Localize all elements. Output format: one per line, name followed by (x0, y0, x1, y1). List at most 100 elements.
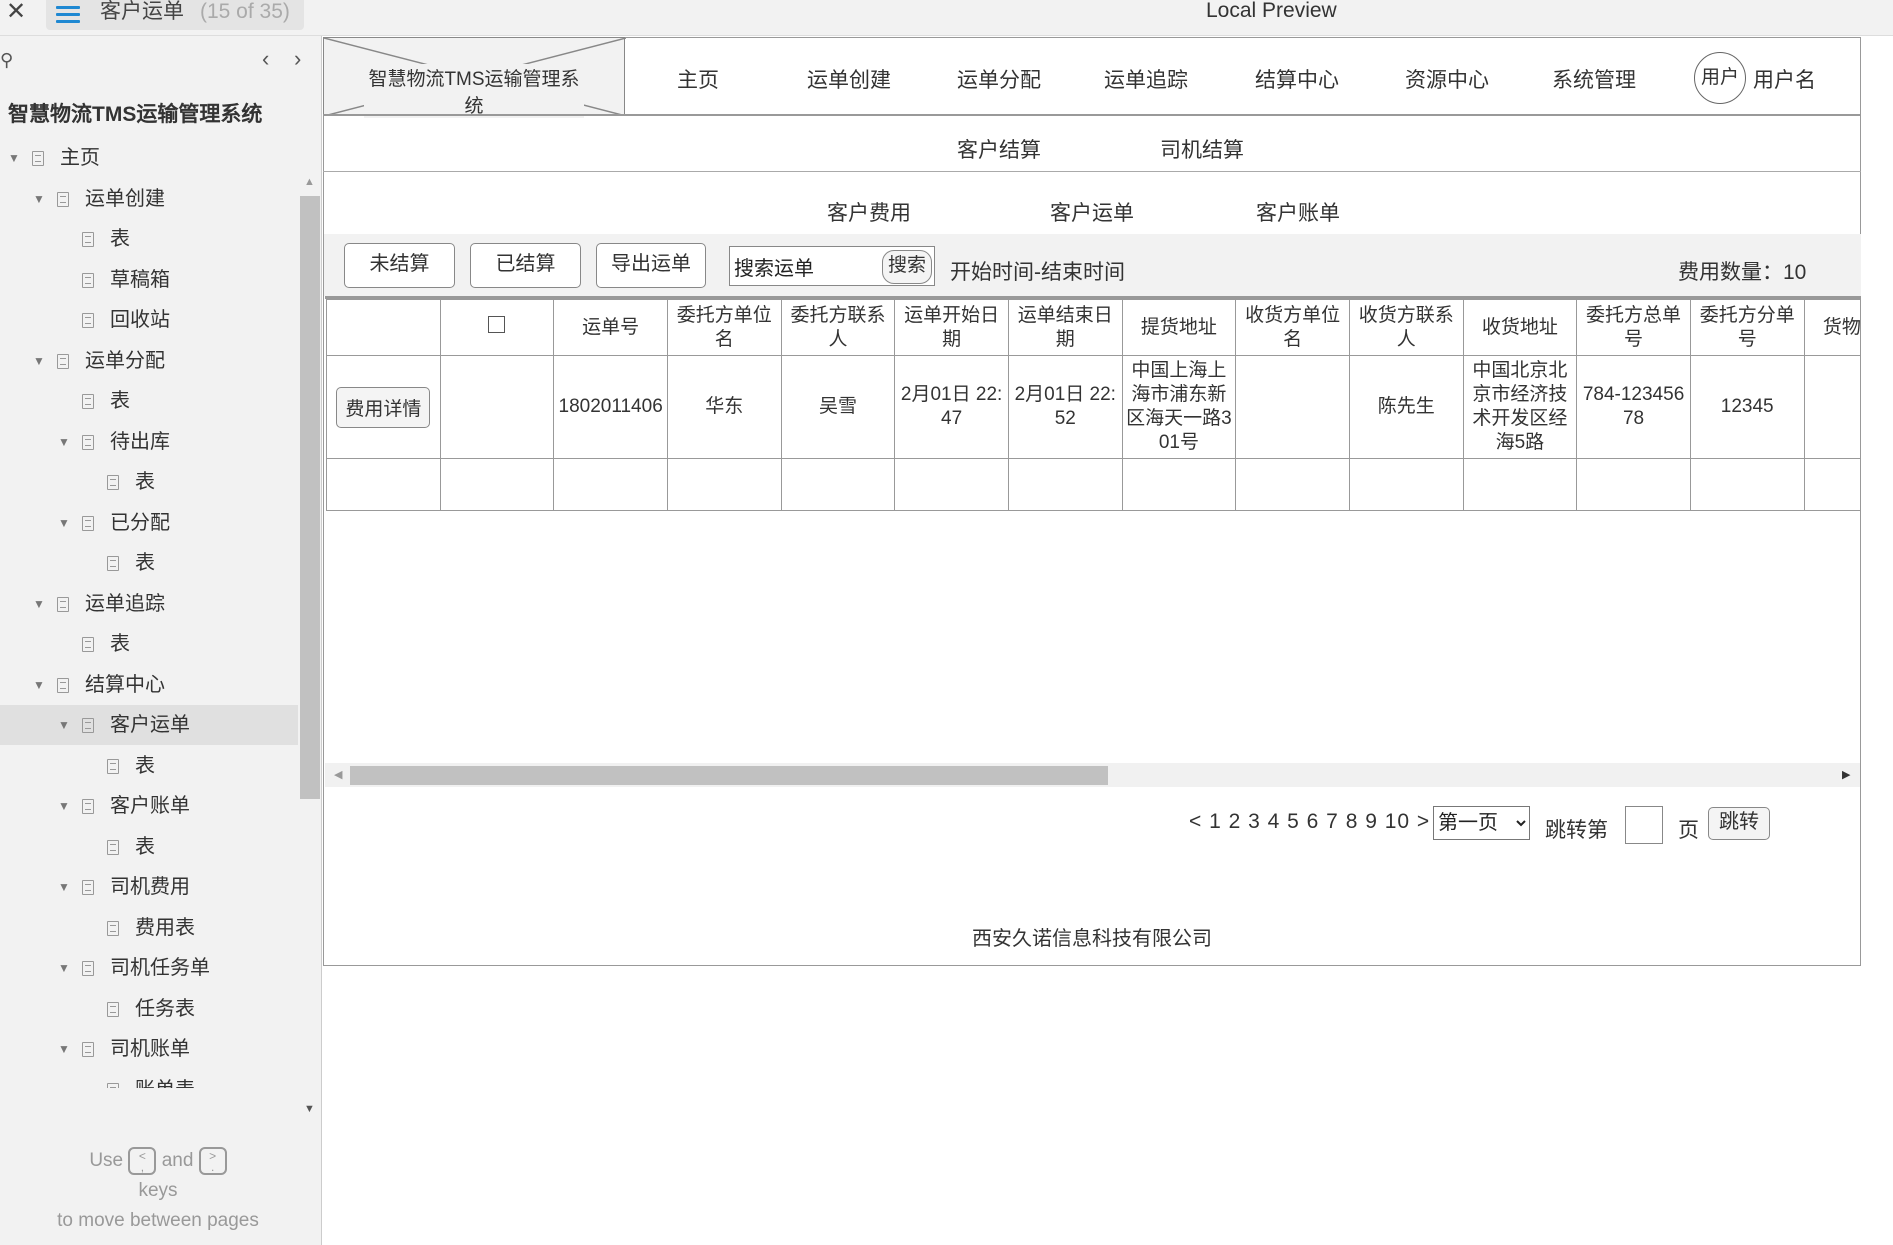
hamburger-icon[interactable] (56, 2, 80, 27)
close-icon[interactable]: ✕ (6, 0, 26, 24)
jump-button[interactable]: 跳转 (1708, 807, 1770, 840)
expand-caret-icon[interactable]: ▼ (58, 786, 70, 826)
sidebar-item[interactable]: ▼ 客户账单 (0, 786, 298, 826)
sidebar-item[interactable]: 任务表 (0, 989, 298, 1029)
tab-customer-fees[interactable]: 客户费用 (827, 197, 911, 227)
nav-resources[interactable]: 资源中心 (1405, 64, 1489, 94)
sidebar-item[interactable]: 表 (0, 827, 298, 867)
sidebar-item[interactable]: 回收站 (0, 300, 298, 340)
expand-caret-icon[interactable]: ▼ (58, 948, 70, 988)
tab-customer-waybills[interactable]: 客户运单 (1050, 197, 1134, 227)
expand-caret-icon[interactable]: ▼ (33, 584, 45, 624)
sidebar-item[interactable]: ▼ 结算中心 (0, 665, 298, 705)
search-icon[interactable]: ⚲ (0, 50, 13, 71)
sidebar-item[interactable]: ▼ 运单分配 (0, 341, 298, 381)
sidebar-item-label: 主页 (60, 147, 100, 169)
page-icon (107, 1001, 119, 1017)
sidebar-item[interactable]: ▼ 运单追踪 (0, 584, 298, 624)
sidebar-item-label: 待出库 (110, 430, 170, 453)
nav-create[interactable]: 运单创建 (807, 64, 891, 94)
date-range-picker[interactable]: 开始时间-结束时间 (950, 256, 1125, 286)
jump-page-input[interactable] (1625, 806, 1663, 844)
sidebar-item[interactable]: 费用表 (0, 908, 298, 948)
page-icon (107, 758, 119, 774)
page-links[interactable]: < 1 2 3 4 5 6 7 8 9 10 > (1189, 810, 1430, 834)
sidebar-item[interactable]: ▼ 司机费用 (0, 867, 298, 907)
expand-caret-icon[interactable]: ▼ (33, 179, 45, 219)
page-select[interactable]: 第一页 (1433, 806, 1530, 840)
sidebar-item[interactable]: ▼ 司机账单 (0, 1029, 298, 1069)
scroll-left-icon[interactable]: ◀ (334, 768, 342, 781)
sidebar-item[interactable]: 表 (0, 543, 298, 583)
horizontal-scroll-thumb[interactable] (350, 766, 1108, 785)
expand-caret-icon[interactable]: ▼ (33, 665, 45, 705)
fee-detail-button[interactable]: 费用详情 (336, 386, 431, 428)
scroll-right-icon[interactable]: ▶ (1842, 768, 1850, 781)
sidebar-item[interactable]: 账单表 (0, 1070, 298, 1088)
nav-system[interactable]: 系统管理 (1552, 64, 1636, 94)
column-header (439, 299, 555, 356)
page-icon (82, 313, 94, 328)
sidebar-item[interactable]: 表 (0, 746, 298, 786)
unsettled-button[interactable]: 未结算 (344, 243, 455, 288)
sidebar-item[interactable]: ▼ 已分配 (0, 503, 298, 543)
nav-settlement[interactable]: 结算中心 (1255, 64, 1339, 94)
page-icon (82, 637, 94, 652)
settled-button[interactable]: 已结算 (470, 243, 581, 288)
column-header: 委托方分单号 (1689, 299, 1805, 356)
export-waybill-button[interactable]: 导出运单 (596, 243, 706, 288)
sidebar-scroll-thumb[interactable] (300, 196, 320, 799)
table-cell (894, 458, 1009, 511)
column-header: 委托方总单号 (1576, 299, 1691, 356)
sidebar-item[interactable]: ▼ 主页 (0, 138, 298, 178)
next-page-icon[interactable]: › (294, 46, 301, 72)
column-header: 货物名称 (1803, 299, 1860, 356)
previous-page-icon[interactable]: ‹ (262, 46, 269, 72)
scroll-up-icon[interactable]: ▲ (304, 176, 315, 188)
expand-caret-icon[interactable]: ▼ (58, 1029, 70, 1069)
nav-track[interactable]: 运单追踪 (1104, 64, 1188, 94)
nav-home[interactable]: 主页 (677, 64, 719, 94)
expand-caret-icon[interactable]: ▼ (58, 503, 70, 543)
page-icon (82, 961, 94, 976)
table-cell: 中国上海上海市浦东新区海天一路301号 (1121, 355, 1237, 459)
username[interactable]: 用户名 (1753, 64, 1816, 94)
page-icon (32, 151, 44, 166)
logo-text: 智慧物流TMS运输管理系统 (364, 64, 584, 118)
expand-caret-icon[interactable]: ▼ (8, 138, 20, 178)
sidebar-item-label: 已分配 (110, 511, 170, 534)
sidebar-item[interactable]: 草稿箱 (0, 260, 298, 300)
sidebar-item[interactable]: ▼ 运单创建 (0, 179, 298, 219)
sidebar-item[interactable]: ▼ 司机任务单 (0, 948, 298, 988)
sidebar-item[interactable]: 表 (0, 462, 298, 502)
page-icon (82, 434, 94, 450)
select-all-checkbox[interactable] (488, 315, 506, 333)
sidebar-item[interactable]: 表 (0, 381, 298, 421)
page-icon (57, 677, 69, 693)
nav-assign[interactable]: 运单分配 (957, 64, 1041, 94)
waybill-table: 运单号 委托方单位名 委托方联系人 运单开始日期 运单结束日期 提货地址 收货方单位名 收货方… (325, 296, 1860, 763)
expand-caret-icon[interactable]: ▼ (58, 867, 70, 907)
avatar[interactable]: 用户 (1694, 52, 1746, 104)
expand-caret-icon[interactable]: ▼ (33, 341, 45, 381)
sidebar-item-label: 结算中心 (85, 673, 165, 696)
search-button[interactable]: 搜索 (882, 250, 932, 284)
sidebar-item-label: 表 (135, 552, 155, 574)
sidebar-item[interactable]: 表 (0, 219, 298, 259)
search-input[interactable] (734, 251, 874, 281)
page-icon (82, 799, 94, 814)
sidebar-item-label: 司机费用 (110, 876, 190, 898)
tab-customer-bills[interactable]: 客户账单 (1256, 197, 1340, 227)
hint-and: and (161, 1150, 194, 1171)
sidebar-item[interactable]: 表 (0, 624, 298, 664)
expand-caret-icon[interactable]: ▼ (58, 422, 70, 462)
sidebar-item-label: 表 (110, 228, 130, 250)
table-cell (1803, 355, 1860, 459)
sidebar-item-label: 费用表 (135, 916, 195, 939)
sidebar-item[interactable]: ▼ 客户运单 (0, 705, 298, 745)
subnav-driver-settlement[interactable]: 司机结算 (1160, 134, 1244, 164)
sidebar-item[interactable]: ▼ 待出库 (0, 422, 298, 462)
subnav-customer-settlement[interactable]: 客户结算 (957, 134, 1041, 164)
scroll-down-icon[interactable]: ▼ (304, 1103, 315, 1115)
expand-caret-icon[interactable]: ▼ (58, 705, 70, 745)
